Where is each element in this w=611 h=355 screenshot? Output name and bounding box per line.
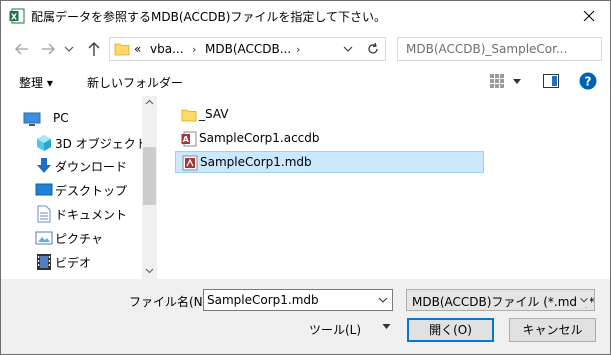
file-item-mdb[interactable]: SampleCorp1.mdb: [175, 151, 484, 173]
cancel-button[interactable]: キャンセル: [509, 318, 596, 342]
close-icon[interactable]: [578, 5, 600, 27]
up-arrow-icon[interactable]: [85, 40, 103, 58]
file-item-folder[interactable]: _SAV: [175, 104, 484, 126]
nav-item-label: ビデオ: [55, 256, 92, 270]
folder-icon: [181, 109, 197, 122]
filename-field[interactable]: SampleCorp1.mdb: [203, 289, 393, 311]
search-input[interactable]: MDB(ACCDB)_SampleCor...: [406, 42, 567, 56]
view-grid-icon[interactable]: [489, 73, 505, 89]
window-title: 配属データを参照するMDB(ACCDB)ファイルを指定して下さい。: [31, 10, 387, 24]
file-item-accdb[interactable]: A SampleCorp1.accdb: [175, 128, 484, 150]
title-bar: X 配属データを参照するMDB(ACCDB)ファイルを指定して下さい。: [1, 1, 610, 31]
pc-icon: [23, 112, 41, 126]
svg-text:X: X: [11, 13, 18, 22]
nav-item-label: ドキュメント: [55, 208, 128, 222]
filename-value[interactable]: SampleCorp1.mdb: [207, 293, 319, 307]
scroll-down-icon[interactable]: [145, 268, 154, 274]
download-icon: [37, 158, 51, 173]
organize-button[interactable]: 整理 ▾: [19, 74, 53, 91]
svg-text:?: ?: [585, 75, 592, 89]
breadcrumb-separator-icon[interactable]: ›: [192, 43, 196, 56]
tools-button[interactable]: ツール(L): [309, 321, 361, 338]
tools-dropdown-icon[interactable]: [382, 323, 391, 330]
dialog-footer: ファイル名(N): SampleCorp1.mdb MDB(ACCDB)ファイル…: [1, 279, 610, 354]
nav-item-label: ピクチャ: [55, 232, 103, 246]
file-list[interactable]: _SAV A SampleCorp1.accdb SampleCorp1.mdb: [161, 96, 610, 279]
video-icon: [37, 254, 51, 270]
help-icon[interactable]: ?: [579, 72, 597, 90]
refresh-icon[interactable]: [366, 42, 380, 56]
breadcrumb-item-current[interactable]: MDB(ACCDB...: [205, 42, 291, 56]
file-open-dialog: X 配属データを参照するMDB(ACCDB)ファイルを指定して下さい。 « vb…: [0, 0, 611, 355]
filename-label: ファイル名(N):: [129, 295, 212, 309]
new-folder-button[interactable]: 新しいフォルダー: [87, 74, 183, 91]
pictures-icon: [35, 231, 53, 245]
address-bar[interactable]: « vba... › MDB(ACCDB... ›: [109, 37, 386, 61]
address-dropdown-icon[interactable]: [343, 44, 353, 54]
folder-icon: [114, 43, 130, 56]
desktop-icon: [35, 183, 53, 196]
search-box[interactable]: MDB(ACCDB)_SampleCor...: [397, 37, 602, 61]
documents-icon: [37, 205, 51, 223]
nav-item-label: ダウンロード: [55, 160, 128, 174]
filename-dropdown-icon[interactable]: [378, 293, 388, 307]
forward-arrow-icon[interactable]: [39, 40, 57, 58]
file-name: _SAV: [199, 107, 229, 121]
file-name: SampleCorp1.mdb: [200, 155, 312, 169]
navigation-pane[interactable]: PC 3D オブジェクト ダウンロード デスクトップ ドキュメント ピクチャ ビ…: [1, 96, 157, 279]
back-arrow-icon[interactable]: [13, 40, 31, 58]
nav-item-label: デスクトップ: [55, 184, 128, 198]
nav-item-label: 3D オブジェクト: [55, 137, 148, 151]
file-type-select[interactable]: MDB(ACCDB)ファイル (*.mdb;*.accdb): [406, 289, 595, 311]
nav-scrollbar[interactable]: [142, 96, 157, 279]
access-file-icon: A: [181, 131, 197, 147]
scroll-up-icon[interactable]: [145, 99, 154, 105]
file-type-value[interactable]: MDB(ACCDB)ファイル (*.mdb;*.accdb): [412, 293, 594, 310]
3d-objects-icon: [37, 135, 51, 151]
scroll-thumb[interactable]: [143, 147, 156, 205]
recent-locations-chevron-icon[interactable]: [63, 40, 75, 58]
breadcrumb-item[interactable]: vba...: [150, 42, 184, 56]
breadcrumb-overflow[interactable]: «: [134, 42, 141, 56]
breadcrumb-separator-icon[interactable]: ›: [296, 43, 300, 56]
svg-text:A: A: [183, 135, 190, 144]
file-name: SampleCorp1.accdb: [199, 131, 320, 145]
open-button[interactable]: 開く(O): [407, 318, 494, 342]
excel-icon: X: [9, 8, 25, 24]
file-type-dropdown-icon[interactable]: [576, 293, 590, 307]
preview-pane-icon[interactable]: [543, 74, 559, 88]
nav-item-label: PC: [53, 111, 69, 125]
access-file-icon: [182, 155, 198, 171]
view-options-chevron-icon[interactable]: [512, 77, 522, 85]
